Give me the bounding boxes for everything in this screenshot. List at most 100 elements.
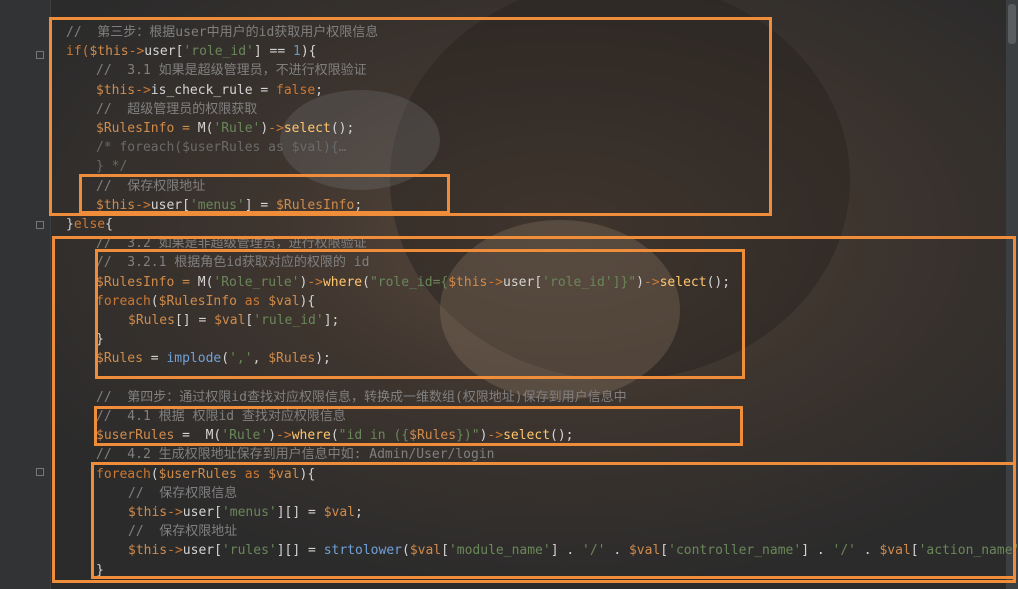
code-token: ] =: [244, 197, 277, 213]
code-token: =: [142, 351, 167, 367]
code-line[interactable]: $this->is_check_rule = false;: [96, 81, 323, 100]
code-line[interactable]: $this->user['menus'][] = $val;: [128, 503, 363, 522]
code-line[interactable]: // 第三步：根据user中用户的id获取用户权限信息: [66, 23, 378, 42]
code-token: // 第四步：通过权限id查找对应权限信息，转换成一维数组(权限地址)保存到用户…: [96, 389, 627, 405]
code-token: ->: [307, 274, 323, 290]
code-token: ){: [299, 466, 316, 482]
code-token: }: [66, 217, 74, 232]
code-line[interactable]: $this->user['rules'][] = strtolower($val…: [128, 541, 1018, 560]
code-token: '/': [582, 543, 606, 559]
code-token: ->: [268, 121, 284, 136]
code-token: ->: [135, 82, 151, 98]
code-token: foreach: [96, 466, 151, 482]
code-line[interactable]: }: [96, 561, 104, 580]
code-line[interactable]: $RulesInfo = M('Rule')->select();: [96, 119, 354, 138]
code-token: 'menus': [221, 505, 277, 520]
code-line[interactable]: if($this->user['role_id'] == 1){: [66, 42, 317, 61]
code-token: [: [660, 543, 669, 559]
code-token: ] ==: [253, 44, 294, 60]
code-token: .: [605, 543, 629, 559]
code-token: ->: [487, 428, 504, 444]
code-token: $this: [89, 44, 129, 60]
code-token: "id in ({: [338, 428, 410, 444]
code-token: 'Rule': [221, 428, 269, 444]
code-line[interactable]: /* foreach($userRules as $val){…: [96, 138, 346, 157]
code-token: $RulesInfo: [276, 197, 355, 213]
code-line[interactable]: // 3.1 如果是超级管理员，不进行权限验证: [96, 61, 367, 80]
code-token: ->: [128, 44, 145, 60]
code-token: $val: [628, 543, 661, 559]
code-line[interactable]: $userRules = M('Rule')->where("id in ({$…: [96, 426, 574, 445]
code-token: $val: [409, 543, 442, 559]
code-token: ][] =: [276, 543, 324, 559]
code-token: ): [636, 274, 644, 290]
code-token: as: [236, 293, 269, 309]
code-token: ;: [354, 197, 363, 213]
code-line[interactable]: // 3.2 如果是非超级管理员，进行权限验证: [96, 234, 367, 253]
code-line[interactable]: // 保存权限地址: [96, 177, 205, 196]
code-token: // 3.2 如果是非超级管理员，进行权限验证: [96, 236, 367, 252]
code-line[interactable]: // 超级管理员的权限获取: [96, 100, 257, 119]
code-token: strtolower: [323, 543, 402, 559]
code-token: user[: [503, 274, 543, 290]
code-line[interactable]: }: [96, 330, 104, 349]
code-token: '/': [832, 543, 856, 559]
code-token: ] .: [801, 543, 833, 559]
code-line[interactable]: // 4.2 生成权限地址保存到用户信息中如: Admin/User/login: [96, 445, 495, 464]
code-line[interactable]: $Rules[] = $val['rule_id'];: [128, 311, 339, 330]
code-token: // 4.2 生成权限地址保存到用户信息中如: Admin/User/login: [96, 447, 495, 463]
code-token: ];: [323, 313, 340, 328]
code-line[interactable]: $Rules = implode(',', $Rules);: [96, 349, 331, 368]
code-token: 'rules': [221, 543, 277, 559]
code-line[interactable]: $this->user['menus'] = $RulesInfo;: [96, 196, 362, 215]
code-token: // 4.1 根据 权限id 查找对应权限信息: [96, 409, 346, 424]
code-token: // 超级管理员的权限获取: [96, 101, 258, 117]
code-token: 'Role_rule': [213, 274, 300, 290]
code-token: })": [456, 428, 480, 444]
code-token: is_check_rule =: [150, 82, 277, 98]
code-token: $userRules: [96, 428, 175, 444]
code-token: 'module_name': [448, 543, 551, 559]
code-line[interactable]: // 3.2.1 根据角色id获取对应的权限的 id: [96, 253, 369, 272]
code-token: } */: [96, 159, 128, 175]
code-token: ] .: [550, 543, 583, 559]
code-token: // 保存权限地址: [128, 524, 238, 540]
code-token: $val: [268, 466, 300, 482]
code-line[interactable]: // 保存权限信息: [128, 484, 237, 503]
code-token: [: [910, 543, 919, 559]
code-token: }: [96, 332, 104, 348]
code-token: $val: [323, 505, 356, 520]
code-token: $userRules: [158, 466, 237, 482]
code-token: $this: [128, 505, 168, 520]
code-line[interactable]: $RulesInfo = M('Role_rule')->where("role…: [96, 273, 730, 292]
code-token: $val: [268, 293, 300, 309]
code-token: // 保存权限地址: [96, 178, 206, 194]
code-line[interactable]: } */: [96, 157, 127, 176]
code-editor[interactable]: // 第三步：根据user中用户的id获取用户权限信息 if($this->use…: [0, 0, 1018, 589]
code-line[interactable]: }else{: [66, 215, 113, 234]
code-token: (: [401, 543, 410, 559]
code-line[interactable]: foreach($RulesInfo as $val){: [96, 292, 315, 311]
code-token: /* foreach($userRules as $val){…: [96, 140, 347, 156]
code-token: ][] =: [276, 505, 324, 520]
code-token: (: [150, 466, 159, 482]
code-token: M(: [205, 428, 222, 444]
code-token: implode: [166, 351, 222, 367]
code-token: select: [659, 274, 707, 290]
code-token: 'menus': [189, 197, 245, 213]
code-token: ->: [167, 505, 183, 520]
code-token: $Rules: [96, 351, 143, 367]
code-token: else: [73, 217, 106, 232]
code-token: );: [315, 351, 331, 367]
code-token: // 3.1 如果是超级管理员，不进行权限验证: [96, 63, 367, 79]
code-line[interactable]: // 第四步：通过权限id查找对应权限信息，转换成一维数组(权限地址)保存到用户…: [96, 388, 627, 407]
code-token: M(: [197, 121, 214, 136]
code-token: ();: [706, 274, 731, 290]
code-token: 'role_id': [183, 44, 254, 60]
code-line[interactable]: // 保存权限地址: [128, 522, 237, 541]
code-line[interactable]: foreach($userRules as $val){: [96, 465, 315, 484]
code-token: ){: [300, 44, 317, 60]
code-token: $val: [214, 313, 246, 328]
code-line[interactable]: // 4.1 根据 权限id 查找对应权限信息: [96, 407, 346, 426]
code-token: ): [268, 428, 277, 444]
